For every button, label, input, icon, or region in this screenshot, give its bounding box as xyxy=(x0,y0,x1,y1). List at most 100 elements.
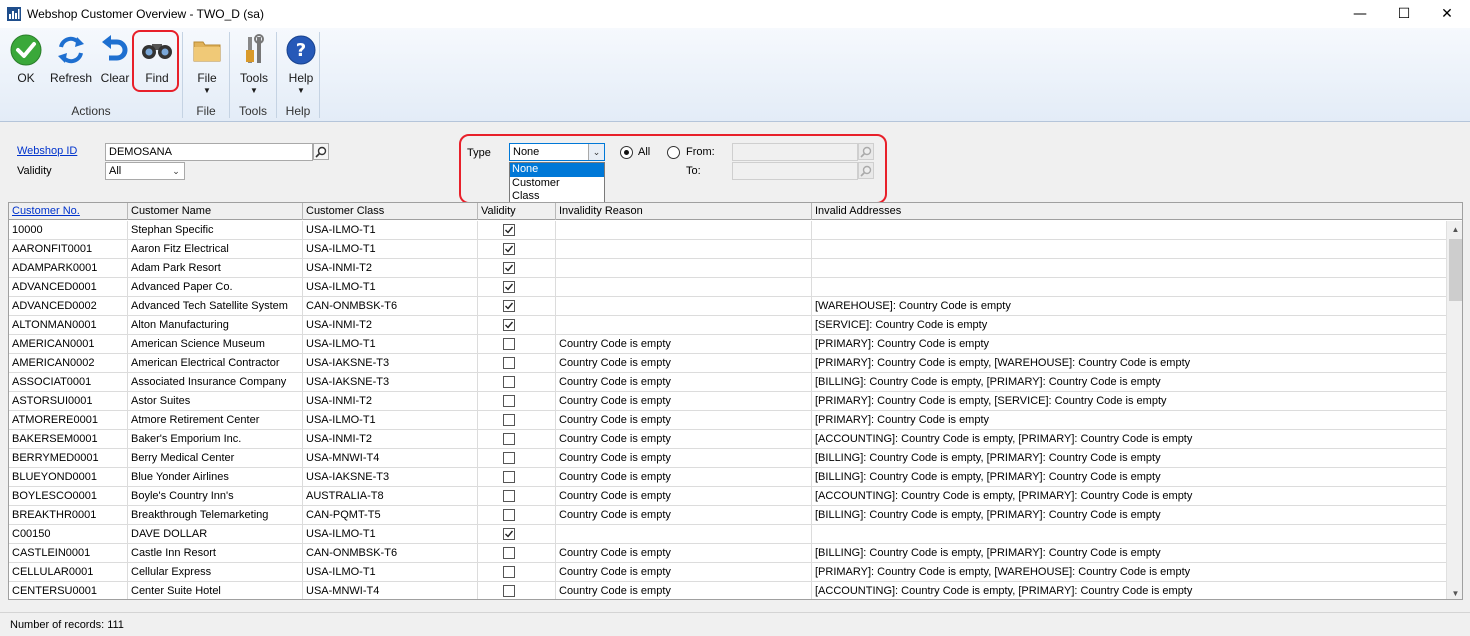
cell-customer-no: AARONFIT0001 xyxy=(9,240,128,258)
cell-customer-class: CAN-ONMBSK-T6 xyxy=(303,544,478,562)
cell-invalid-addresses xyxy=(812,525,1446,543)
table-row[interactable]: BERRYMED0001 Berry Medical Center USA-MNWI… xyxy=(9,449,1446,468)
header-validity[interactable]: Validity xyxy=(478,203,556,220)
table-row[interactable]: AARONFIT0001 Aaron Fitz Electrical USA-ILM… xyxy=(9,240,1446,259)
validity-checkbox[interactable] xyxy=(503,357,515,369)
validity-checkbox[interactable] xyxy=(503,414,515,426)
table-row[interactable]: ASSOCIAT0001 Associated Insurance Company… xyxy=(9,373,1446,392)
table-row[interactable]: ATMORERE0001 Atmore Retirement Center USA-… xyxy=(9,411,1446,430)
cell-invalid-addresses: [ACCOUNTING]: Country Code is empty, [PR… xyxy=(812,487,1446,505)
validity-checkbox[interactable] xyxy=(503,338,515,350)
cell-invalidity-reason: Country Code is empty xyxy=(556,392,812,410)
vertical-scrollbar[interactable]: ▲ ▼ xyxy=(1446,221,1462,599)
ok-button[interactable]: OK xyxy=(8,32,44,85)
cell-customer-class: USA-INMI-T2 xyxy=(303,316,478,334)
table-row[interactable]: CASTLEIN0001 Castle Inn Resort CAN-ONMBSK-… xyxy=(9,544,1446,563)
close-button[interactable]: ✕ xyxy=(1424,0,1470,28)
cell-customer-name: Blue Yonder Airlines xyxy=(128,468,303,486)
status-bar: Number of records: 111 xyxy=(0,612,1470,636)
refresh-button[interactable]: Refresh xyxy=(50,32,92,85)
scroll-down-icon[interactable]: ▼ xyxy=(1447,585,1462,599)
check-icon xyxy=(505,245,514,253)
webshop-id-link[interactable]: Webshop ID xyxy=(17,145,77,157)
cell-invalidity-reason: Country Code is empty xyxy=(556,487,812,505)
cell-customer-name: Center Suite Hotel xyxy=(128,582,303,599)
cell-customer-class: USA-IAKSNE-T3 xyxy=(303,354,478,372)
cell-invalid-addresses: [WAREHOUSE]: Country Code is empty xyxy=(812,297,1446,315)
type-select[interactable]: None ⌄ xyxy=(509,143,605,161)
validity-checkbox[interactable] xyxy=(503,262,515,274)
grid-body: 10000 Stephan Specific USA-ILMO-T1 AARONFIT… xyxy=(9,221,1446,599)
lookup-icon xyxy=(860,146,872,158)
from-radio[interactable] xyxy=(667,146,680,159)
webshop-lookup-button[interactable] xyxy=(313,143,329,160)
validity-checkbox[interactable] xyxy=(503,243,515,255)
cell-customer-class: USA-ILMO-T1 xyxy=(303,221,478,239)
maximize-button[interactable]: ☐ xyxy=(1381,0,1427,28)
validity-checkbox[interactable] xyxy=(503,509,515,521)
header-customer-class[interactable]: Customer Class xyxy=(303,203,478,220)
validity-checkbox[interactable] xyxy=(503,452,515,464)
header-invalidity-reason[interactable]: Invalidity Reason xyxy=(556,203,812,220)
table-row[interactable]: C00150 DAVE DOLLAR USA-ILMO-T1 xyxy=(9,525,1446,544)
window-title: Webshop Customer Overview - TWO_D (sa) xyxy=(27,7,264,21)
minimize-button[interactable]: — xyxy=(1337,0,1383,28)
table-row[interactable]: ADVANCED0002 Advanced Tech Satellite Syst… xyxy=(9,297,1446,316)
table-row[interactable]: ALTONMAN0001 Alton Manufacturing USA-INMI-… xyxy=(9,316,1446,335)
table-row[interactable]: 10000 Stephan Specific USA-ILMO-T1 xyxy=(9,221,1446,240)
scroll-up-icon[interactable]: ▲ xyxy=(1447,221,1462,237)
table-row[interactable]: BAKERSEM0001 Baker's Emporium Inc. USA-INM… xyxy=(9,430,1446,449)
cell-invalid-addresses: [PRIMARY]: Country Code is empty xyxy=(812,335,1446,353)
cell-customer-no: BREAKTHR0001 xyxy=(9,506,128,524)
table-row[interactable]: BLUEYOND0001 Blue Yonder Airlines USA-IAKS… xyxy=(9,468,1446,487)
table-row[interactable]: ADAMPARK0001 Adam Park Resort USA-INMI-T2 xyxy=(9,259,1446,278)
table-row[interactable]: ADVANCED0001 Advanced Paper Co. USA-ILMO-T… xyxy=(9,278,1446,297)
file-button[interactable]: File ▼ xyxy=(189,32,225,95)
table-row[interactable]: AMERICAN0002 American Electrical Contract… xyxy=(9,354,1446,373)
webshop-id-input[interactable]: DEMOSANA xyxy=(105,143,313,161)
table-row[interactable]: CELLULAR0001 Cellular Express USA-ILMO-T1 C… xyxy=(9,563,1446,582)
validity-checkbox[interactable] xyxy=(503,528,515,540)
table-row[interactable]: CENTERSU0001 Center Suite Hotel USA-MNWI-T… xyxy=(9,582,1446,599)
header-customer-name[interactable]: Customer Name xyxy=(128,203,303,220)
cell-invalidity-reason: Country Code is empty xyxy=(556,335,812,353)
validity-select[interactable]: All ⌄ xyxy=(105,162,185,180)
validity-checkbox[interactable] xyxy=(503,319,515,331)
validity-checkbox[interactable] xyxy=(503,224,515,236)
table-row[interactable]: ASTORSUI0001 Astor Suites USA-INMI-T2 Count… xyxy=(9,392,1446,411)
validity-checkbox[interactable] xyxy=(503,547,515,559)
validity-checkbox[interactable] xyxy=(503,376,515,388)
cell-validity xyxy=(478,411,556,429)
grid-header: Customer No. Customer Name Customer Clas… xyxy=(9,203,1462,220)
clear-button[interactable]: Clear xyxy=(97,32,133,85)
validity-label: Validity xyxy=(17,165,52,177)
validity-checkbox[interactable] xyxy=(503,281,515,293)
cell-customer-name: Advanced Tech Satellite System xyxy=(128,297,303,315)
scroll-thumb[interactable] xyxy=(1449,239,1462,301)
validity-checkbox[interactable] xyxy=(503,490,515,502)
validity-checkbox[interactable] xyxy=(503,585,515,597)
from-label: From: xyxy=(686,146,715,158)
chevron-down-icon: ⌄ xyxy=(172,165,180,176)
cell-invalid-addresses: [PRIMARY]: Country Code is empty xyxy=(812,411,1446,429)
header-customer-no[interactable]: Customer No. xyxy=(9,203,128,220)
cell-customer-no: ADVANCED0001 xyxy=(9,278,128,296)
validity-checkbox[interactable] xyxy=(503,471,515,483)
header-invalid-addresses[interactable]: Invalid Addresses xyxy=(812,203,1462,220)
table-row[interactable]: BREAKTHR0001 Breakthrough Telemarketing CA… xyxy=(9,506,1446,525)
table-row[interactable]: AMERICAN0001 American Science Museum USA-I… xyxy=(9,335,1446,354)
type-option-none[interactable]: None xyxy=(510,163,604,177)
cell-customer-class: USA-ILMO-T1 xyxy=(303,525,478,543)
validity-checkbox[interactable] xyxy=(503,300,515,312)
cell-customer-no: AMERICAN0001 xyxy=(9,335,128,353)
help-button[interactable]: ? Help ▼ xyxy=(283,32,319,95)
all-radio[interactable] xyxy=(620,146,633,159)
validity-checkbox[interactable] xyxy=(503,433,515,445)
cell-invalid-addresses: [PRIMARY]: Country Code is empty, [WAREH… xyxy=(812,563,1446,581)
tools-button[interactable]: Tools ▼ xyxy=(236,32,272,95)
table-row[interactable]: BOYLESCO0001 Boyle's Country Inn's AUSTRAL… xyxy=(9,487,1446,506)
validity-checkbox[interactable] xyxy=(503,566,515,578)
type-option-customer[interactable]: Customer xyxy=(510,177,604,191)
validity-checkbox[interactable] xyxy=(503,395,515,407)
help-icon: ? xyxy=(286,35,316,65)
